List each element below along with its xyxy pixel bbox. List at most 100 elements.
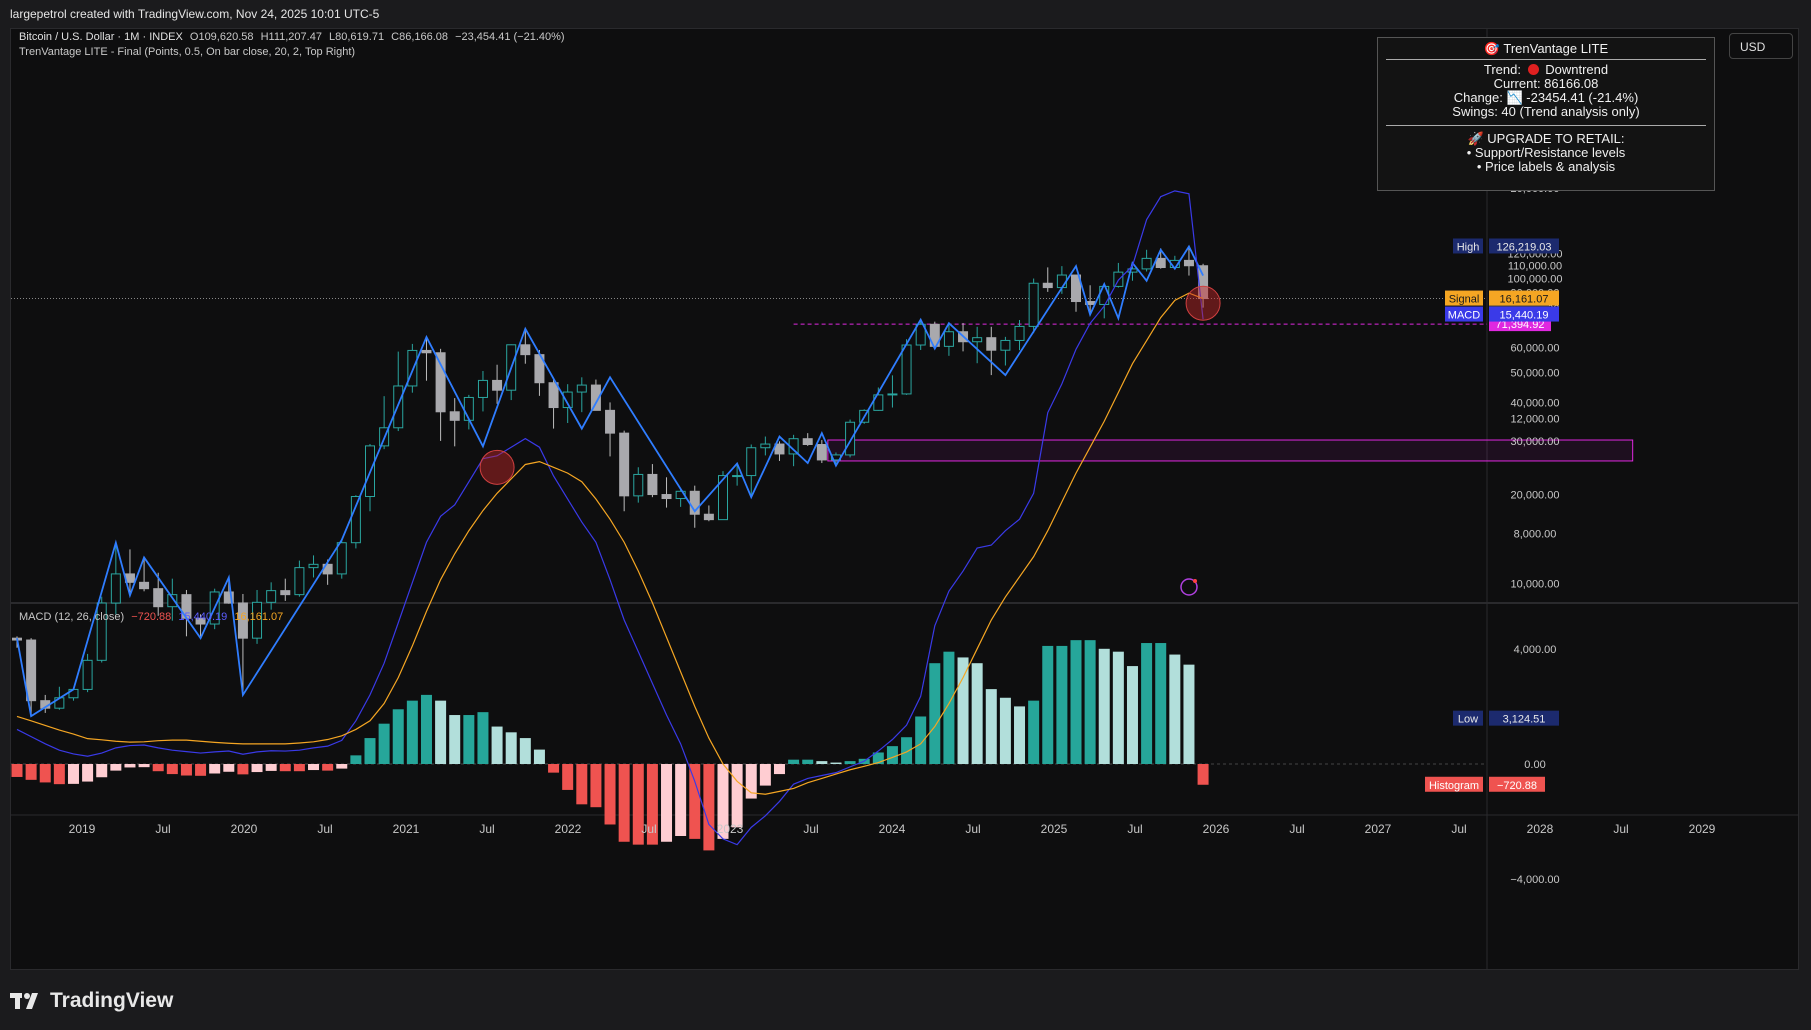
macd-histogram-bar [576,764,588,805]
price-axis-label: 30,000.00 [1511,436,1560,448]
low-badge-label: Low [1458,714,1478,726]
macd-histogram-bar [1084,640,1096,764]
candle-body [1000,339,1011,351]
macd-histogram-bar [364,738,376,764]
time-axis-label: Jul [317,822,332,836]
low-value-label: 3,124.51 [1503,714,1546,726]
macd-histogram-bar [96,764,108,778]
macd-histogram-bar [1042,645,1054,764]
time-axis-label: 2025 [1041,822,1068,836]
macd-histogram-bar [223,764,235,772]
time-axis-label: Jul [641,822,656,836]
macd-histogram-bar [39,764,51,783]
price-axis-label: 110,000.00 [1508,260,1562,272]
macd-histogram-bar [604,764,616,825]
candle-body [336,542,347,575]
macd-histogram-bar [279,764,291,772]
trend-value: Downtrend [1545,62,1609,77]
candle-body [943,331,954,347]
signal-line [16,292,1204,795]
ohlc-close: C86,166.08 [391,31,449,43]
macd-histogram-bar [533,749,545,764]
macd-histogram-bar [152,764,164,772]
macd-histogram-bar [463,715,475,764]
candle-body [1056,274,1067,289]
trend-label: Trend: [1483,62,1521,77]
histogram-tag-label: Histogram [1429,780,1479,792]
macd-value-label: 15,440.19 [1500,310,1549,322]
symbol-legend: Bitcoin / U.S. Dollar · 1M · INDEX O109,… [19,31,569,43]
candle-body [633,473,644,497]
price-axis-label: 50,000.00 [1511,367,1560,379]
time-axis-label: 2029 [1689,822,1716,836]
macd-histogram-bar [336,764,348,769]
info-divider [1386,59,1706,60]
time-axis-label: Jul [1289,822,1304,836]
macd-histogram-bar [548,764,560,773]
time-axis-label: 2019 [69,822,96,836]
info-upgrade: 🚀 UPGRADE TO RETAIL: [1467,131,1625,146]
candle-body [986,337,997,351]
time-axis-label: Jul [1451,822,1466,836]
candle-body [774,443,785,455]
macd-histogram-bar [392,709,404,764]
macd-histogram-bar [209,764,221,774]
indicator-legend[interactable]: TrenVantage LITE - Final (Points, 0.5, O… [19,46,355,58]
candle-body [463,396,474,421]
macd-histogram-bar [322,764,334,771]
red-circle-icon [1527,64,1539,75]
price-axis-label: 60,000.00 [1511,343,1560,355]
macd-histogram-bar [759,764,771,786]
candle-body [294,567,305,596]
macd-histogram-bar [618,764,630,842]
currency-button[interactable]: USD [1729,33,1793,59]
candle-body [845,421,856,456]
candle-body [732,475,743,478]
macd-axis-label: 4,000.00 [1514,644,1557,656]
macd-axis-label: 8,000.00 [1514,529,1557,541]
info-change: Change: 📉 -23454.41 (-21.4%) [1453,90,1639,105]
ohlc-low: L80,619.71 [329,31,385,43]
candle-body [605,409,616,434]
macd-histogram-bar [985,689,997,764]
macd-histogram-bar [124,764,136,768]
price-axis-label: 20,000.00 [1511,490,1560,502]
candle-body [1113,271,1124,287]
brand-name: TradingView [50,989,174,1012]
macd-histogram-bar [886,746,898,764]
tradingview-logo[interactable]: TradingView [10,986,173,1016]
time-axis-label: 2028 [1527,822,1554,836]
macd-histogram-bar [901,737,913,764]
candle-body [1028,282,1039,327]
macd-histogram-bar [1070,640,1082,764]
symbol-name[interactable]: Bitcoin / U.S. Dollar · 1M · INDEX [19,31,183,43]
crossover-marker [1185,285,1221,321]
macd-axis-label: 12,000.00 [1511,413,1560,425]
candle-body [887,393,898,396]
candle-body [1042,282,1053,289]
macd-histogram-bar [420,694,432,764]
macd-histogram-bar [378,723,390,764]
macd-histogram-bar [915,716,927,764]
candle-body [703,513,714,521]
macd-histogram-bar [689,764,701,839]
macd-histogram-bar [816,761,828,764]
candle-body [26,639,37,702]
ohlc-change: −23,454.41 (−21.40%) [455,31,565,43]
macd-legend[interactable]: MACD (12, 26, close) −720.88 15,440.19 1… [19,611,287,623]
macd-histogram-bar [1126,666,1138,764]
macd-histogram-bar [590,764,602,808]
candle-body [266,590,277,603]
candle-body [449,411,460,421]
time-axis-label: Jul [1127,822,1142,836]
macd-histogram-bar [435,700,447,764]
macd-histogram-bar [703,764,715,851]
macd-hist-value: −720.88 [131,611,172,623]
candle-body [1183,259,1194,267]
candle-body [661,494,672,500]
time-axis-label: 2024 [879,822,906,836]
macd-histogram-bar [1098,648,1110,764]
chart-area[interactable]: 120,000.00110,000.00100,000.0090,000.008… [10,28,1799,970]
time-axis-label: Jul [1613,822,1628,836]
macd-histogram-bar [477,712,489,764]
